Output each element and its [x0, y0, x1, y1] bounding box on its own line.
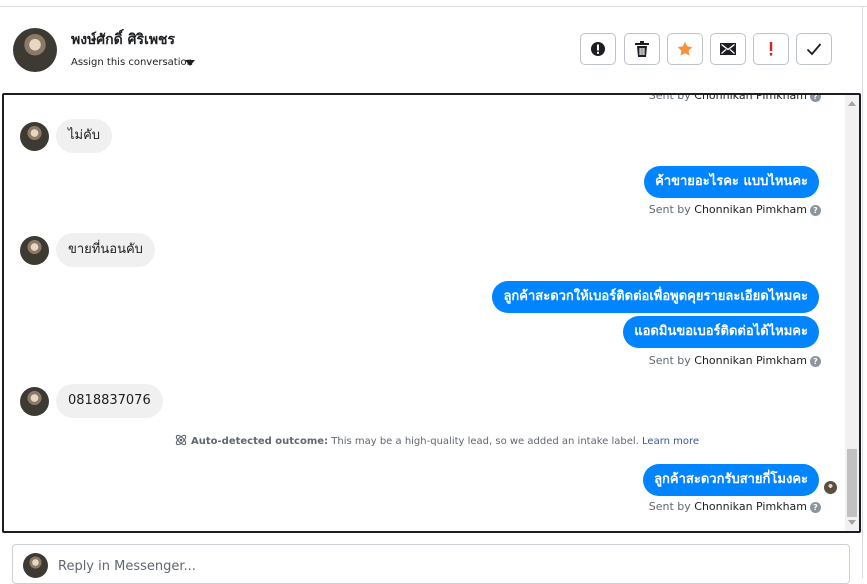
sent-by-prefix: Sent by	[648, 500, 691, 513]
mark-spam-button[interactable]	[580, 33, 616, 65]
sent-by-note: Sent by Chonnikan Pimkham?	[649, 203, 821, 216]
exclamation-icon	[769, 42, 773, 56]
mark-unread-button[interactable]	[710, 33, 746, 65]
incoming-message: ขายที่นอนคับ	[56, 233, 155, 267]
contact-name[interactable]: พงษ์ศักดิ์ ศิริเพชร	[71, 29, 175, 51]
trash-icon	[635, 41, 649, 57]
star-button[interactable]	[667, 33, 703, 65]
help-icon[interactable]: ?	[810, 501, 821, 513]
outgoing-message: ลูกค้าสะดวกรับสายกี่โมงคะ	[643, 464, 819, 496]
outgoing-message: ค้าขายอะไรคะ แบบไหนคะ	[644, 166, 819, 198]
reply-box[interactable]: Reply in Messenger...	[12, 544, 850, 584]
atom-icon	[175, 434, 187, 446]
help-icon[interactable]: ?	[810, 204, 821, 216]
help-icon[interactable]: ?	[810, 95, 821, 102]
scroll-down-arrow-icon[interactable]	[848, 520, 856, 525]
circle-exclamation-icon	[591, 42, 605, 56]
check-icon	[806, 43, 822, 56]
incoming-message: 0818837076	[56, 384, 163, 418]
outgoing-message: ลูกค้าสะดวกให้เบอร์ติดต่อเพื่อพูดคุยรายล…	[492, 281, 819, 313]
agent-name: Chonnikan Pimkham	[694, 354, 807, 367]
learn-more-link[interactable]: Learn more	[642, 436, 699, 447]
message-thread[interactable]: Sent by Chonnikan Pimkham? ไม่คับ ค้าขาย…	[2, 93, 861, 533]
page-avatar	[23, 553, 48, 578]
scrollbar-thumb[interactable]	[847, 449, 857, 517]
sent-by-note: Sent by Chonnikan Pimkham?	[649, 500, 821, 513]
envelope-icon	[720, 43, 736, 55]
auto-detected-text: This may be a high-quality lead, so we a…	[331, 436, 639, 447]
seen-avatar	[824, 481, 837, 494]
sent-by-note: Sent by Chonnikan Pimkham?	[648, 93, 821, 102]
mark-done-button[interactable]	[796, 33, 832, 65]
incoming-message: ไม่คับ	[56, 119, 113, 153]
sent-by-note: Sent by Chonnikan Pimkham?	[649, 354, 821, 367]
assign-conversation-link[interactable]: Assign this conversation	[71, 57, 193, 68]
agent-name: Chonnikan Pimkham	[694, 500, 807, 513]
sent-by-prefix: Sent by	[648, 93, 691, 102]
right-divider	[862, 6, 863, 578]
auto-detected-outcome-note: Auto-detected outcome: This may be a hig…	[174, 433, 699, 447]
outgoing-message: แอดมินขอเบอร์ติดต่อได้ไหมคะ	[623, 316, 819, 348]
agent-name: Chonnikan Pimkham	[694, 203, 807, 216]
sent-by-prefix: Sent by	[648, 203, 691, 216]
contact-avatar-small[interactable]	[20, 387, 49, 416]
reply-input[interactable]: Reply in Messenger...	[58, 559, 196, 574]
conversation-header: พงษ์ศักดิ์ ศิริเพชร Assign this conversa…	[0, 7, 862, 93]
scroll-up-arrow-icon[interactable]	[848, 101, 856, 106]
help-icon[interactable]: ?	[810, 355, 821, 367]
contact-avatar-small[interactable]	[20, 122, 49, 151]
thread-scrollbar[interactable]	[845, 95, 859, 531]
contact-avatar[interactable]	[13, 28, 57, 72]
star-icon	[677, 41, 693, 56]
agent-name: Chonnikan Pimkham	[694, 93, 807, 102]
contact-avatar-small[interactable]	[20, 236, 49, 265]
sent-by-prefix: Sent by	[648, 354, 691, 367]
caret-down-icon[interactable]	[185, 60, 195, 66]
auto-detected-label: Auto-detected outcome:	[191, 436, 329, 447]
follow-up-button[interactable]	[753, 33, 789, 65]
delete-button[interactable]	[624, 33, 660, 65]
